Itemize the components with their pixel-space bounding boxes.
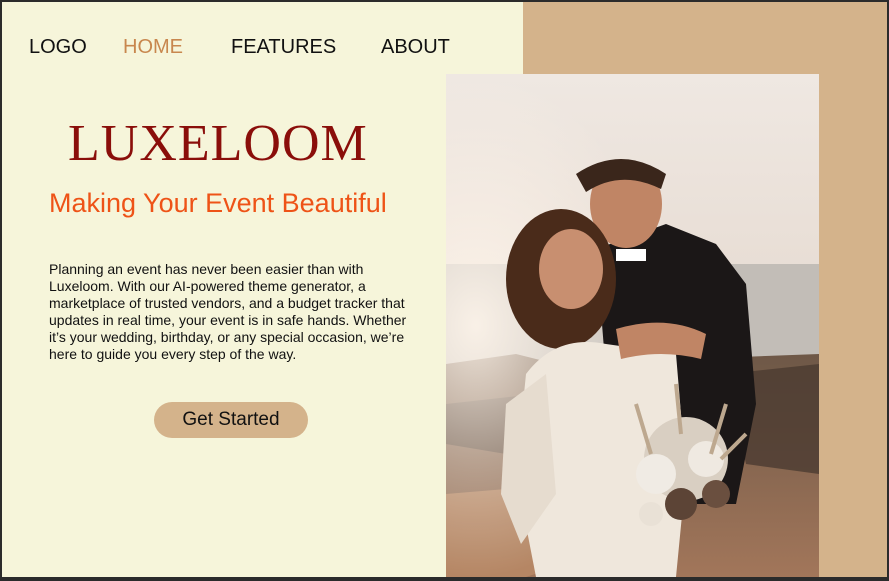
brand-title: LUXELOOM xyxy=(68,115,368,172)
logo-link[interactable]: LOGO xyxy=(29,36,87,59)
nav-item-home[interactable]: HOME xyxy=(123,36,183,59)
nav-item-about[interactable]: ABOUT xyxy=(381,36,450,59)
landing-page: LOGO HOME FEATURES ABOUT LUXELOOM Making… xyxy=(2,2,887,577)
wedding-couple-photo xyxy=(446,74,819,577)
get-started-button[interactable]: Get Started xyxy=(154,402,308,438)
hero-tagline: Making Your Event Beautiful xyxy=(49,188,387,218)
hero-description: Planning an event has never been easier … xyxy=(49,261,407,362)
nav-item-features[interactable]: FEATURES xyxy=(231,36,336,59)
